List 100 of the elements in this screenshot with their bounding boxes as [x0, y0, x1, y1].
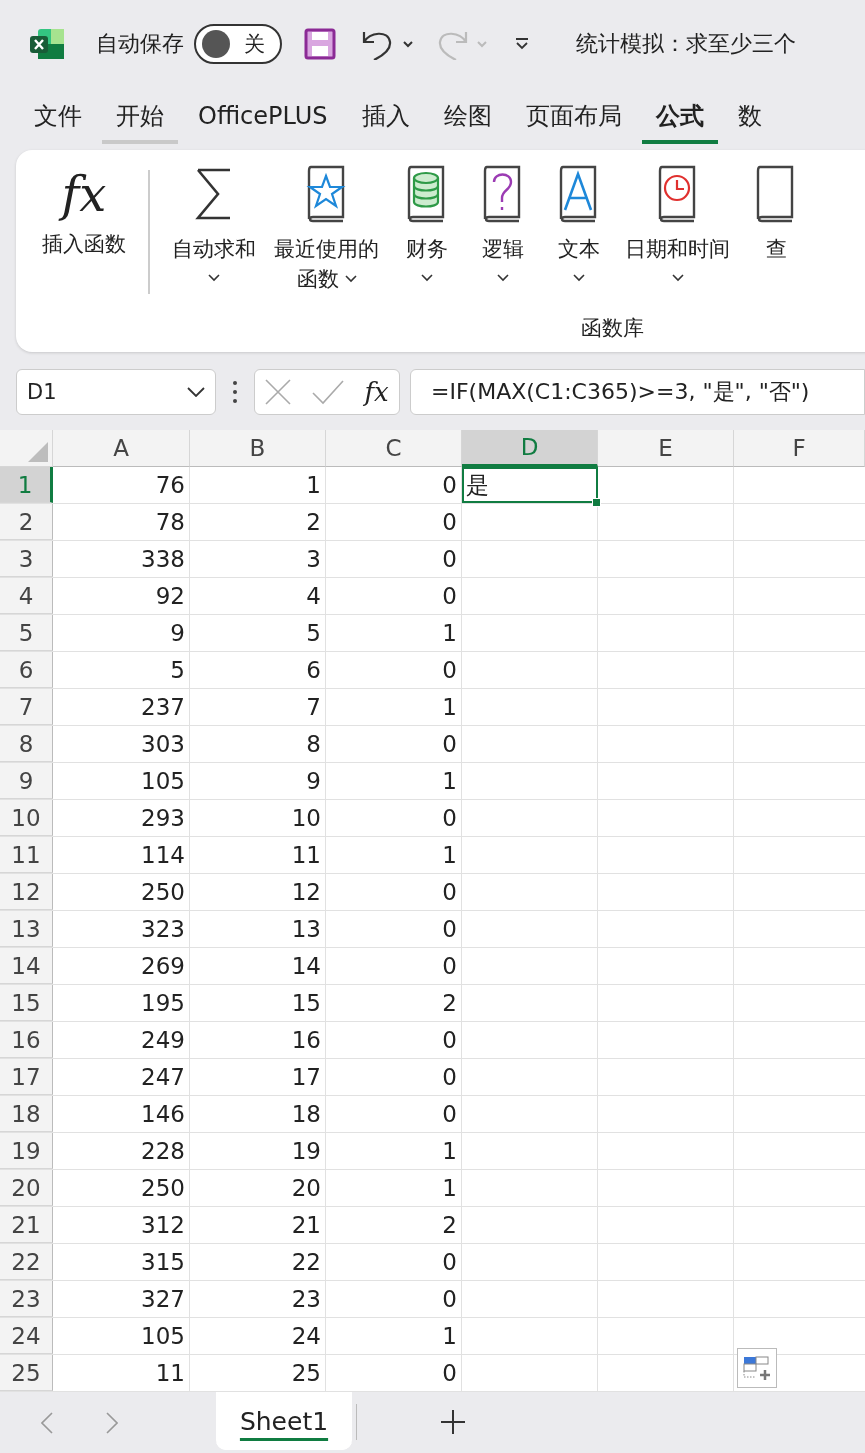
autosave-toggle[interactable]: 关 — [194, 24, 282, 64]
row-header[interactable]: 8 — [0, 726, 53, 762]
table-cell[interactable]: 0 — [326, 911, 462, 947]
table-cell[interactable]: 0 — [326, 948, 462, 984]
ribbon-tab[interactable]: 公式 — [641, 94, 718, 144]
table-cell[interactable]: 17 — [190, 1059, 326, 1095]
table-cell[interactable]: 9 — [53, 615, 190, 651]
column-header[interactable]: D — [462, 430, 598, 467]
insert-function-button[interactable]: fx — [364, 377, 389, 407]
ribbon-tab[interactable]: 文件 — [20, 94, 96, 144]
table-cell[interactable]: 114 — [53, 837, 190, 873]
table-cell[interactable]: 0 — [326, 467, 462, 503]
table-cell[interactable]: 327 — [53, 1281, 190, 1317]
table-cell[interactable]: 2 — [190, 504, 326, 540]
customize-icon[interactable] — [514, 38, 530, 50]
table-cell[interactable]: 12 — [190, 874, 326, 910]
row-header[interactable]: 21 — [0, 1207, 53, 1243]
table-cell[interactable]: 19 — [190, 1133, 326, 1169]
table-cell[interactable]: 20 — [190, 1170, 326, 1206]
table-cell[interactable]: 228 — [53, 1133, 190, 1169]
row-header[interactable]: 22 — [0, 1244, 53, 1280]
table-cell[interactable]: 10 — [190, 800, 326, 836]
function-category-button[interactable]: 查 — [742, 164, 811, 264]
quick-analysis-icon[interactable] — [737, 1348, 777, 1388]
row-header[interactable]: 13 — [0, 911, 53, 947]
table-cell[interactable]: 0 — [326, 874, 462, 910]
table-cell[interactable]: 23 — [190, 1281, 326, 1317]
formula-field[interactable]: =IF(MAX(C1:C365)>=3, "是", "否") — [410, 369, 865, 415]
row-header[interactable]: 24 — [0, 1318, 53, 1354]
table-cell[interactable]: 0 — [326, 1096, 462, 1132]
table-cell[interactable]: 1 — [326, 615, 462, 651]
ribbon-tab[interactable]: 页面布局 — [511, 94, 636, 144]
function-category-button[interactable]: 逻辑 — [469, 164, 538, 282]
row-header[interactable]: 15 — [0, 985, 53, 1021]
sheet-tab[interactable]: Sheet1 — [216, 1392, 352, 1450]
table-cell[interactable]: 2 — [326, 985, 462, 1021]
cancel-icon[interactable] — [265, 379, 292, 405]
table-cell[interactable]: 2 — [326, 1207, 462, 1243]
table-cell[interactable]: 315 — [53, 1244, 190, 1280]
table-cell[interactable]: 15 — [190, 985, 326, 1021]
add-sheet-icon[interactable] — [441, 1410, 465, 1434]
table-cell[interactable]: 1 — [326, 1170, 462, 1206]
table-cell[interactable]: 0 — [326, 726, 462, 762]
table-cell[interactable]: 293 — [53, 800, 190, 836]
table-cell[interactable]: 312 — [53, 1207, 190, 1243]
row-header[interactable]: 19 — [0, 1133, 53, 1169]
row-header[interactable]: 23 — [0, 1281, 53, 1317]
function-category-button[interactable]: 日期和时间 — [621, 164, 735, 282]
table-cell[interactable]: 1 — [326, 837, 462, 873]
table-cell[interactable]: 11 — [53, 1355, 190, 1391]
table-cell[interactable]: 18 — [190, 1096, 326, 1132]
function-category-button[interactable]: 财务 — [393, 164, 462, 282]
table-cell[interactable]: 16 — [190, 1022, 326, 1058]
table-cell[interactable]: 14 — [190, 948, 326, 984]
table-cell[interactable]: 92 — [53, 578, 190, 614]
table-cell[interactable]: 5 — [53, 652, 190, 688]
table-cell[interactable]: 76 — [53, 467, 190, 503]
table-cell[interactable]: 21 — [190, 1207, 326, 1243]
table-cell[interactable]: 247 — [53, 1059, 190, 1095]
table-cell[interactable]: 0 — [326, 800, 462, 836]
table-cell[interactable]: 303 — [53, 726, 190, 762]
ribbon-tab[interactable]: 开始 — [102, 94, 178, 144]
table-cell[interactable]: 250 — [53, 1170, 190, 1206]
table-cell[interactable]: 195 — [53, 985, 190, 1021]
table-cell[interactable]: 78 — [53, 504, 190, 540]
table-cell[interactable]: 1 — [326, 1318, 462, 1354]
table-cell[interactable]: 249 — [53, 1022, 190, 1058]
row-header[interactable]: 1 — [0, 467, 53, 503]
table-cell[interactable]: 1 — [190, 467, 326, 503]
ribbon-tab[interactable]: OfficePLUS — [184, 96, 342, 142]
table-cell[interactable]: 1 — [326, 763, 462, 799]
row-header[interactable]: 12 — [0, 874, 53, 910]
row-header[interactable]: 6 — [0, 652, 53, 688]
check-icon[interactable] — [311, 379, 344, 405]
table-cell[interactable]: 11 — [190, 837, 326, 873]
function-category-button[interactable]: 文本 — [545, 164, 614, 282]
row-header[interactable]: 10 — [0, 800, 53, 836]
row-header[interactable]: 18 — [0, 1096, 53, 1132]
previous-sheet-icon[interactable] — [41, 1412, 53, 1434]
table-cell[interactable]: 3 — [190, 541, 326, 577]
table-cell[interactable]: 22 — [190, 1244, 326, 1280]
table-cell[interactable]: 105 — [53, 763, 190, 799]
row-header[interactable]: 14 — [0, 948, 53, 984]
row-header[interactable]: 11 — [0, 837, 53, 873]
table-cell[interactable]: 105 — [53, 1318, 190, 1354]
table-cell[interactable]: 0 — [326, 1059, 462, 1095]
table-cell[interactable]: 6 — [190, 652, 326, 688]
save-icon[interactable] — [304, 28, 336, 60]
table-cell[interactable]: 24 — [190, 1318, 326, 1354]
table-cell[interactable]: 25 — [190, 1355, 326, 1391]
table-cell[interactable]: 0 — [326, 652, 462, 688]
table-cell[interactable]: 0 — [326, 541, 462, 577]
table-cell[interactable]: 0 — [326, 578, 462, 614]
table-cell[interactable]: 0 — [326, 1281, 462, 1317]
function-category-button[interactable]: 最近使用的函数 — [268, 164, 386, 294]
table-cell[interactable]: 0 — [326, 1244, 462, 1280]
table-cell[interactable]: 13 — [190, 911, 326, 947]
table-cell[interactable]: 0 — [326, 1355, 462, 1391]
ribbon-tab[interactable]: 插入 — [347, 94, 424, 144]
table-cell[interactable]: 9 — [190, 763, 326, 799]
